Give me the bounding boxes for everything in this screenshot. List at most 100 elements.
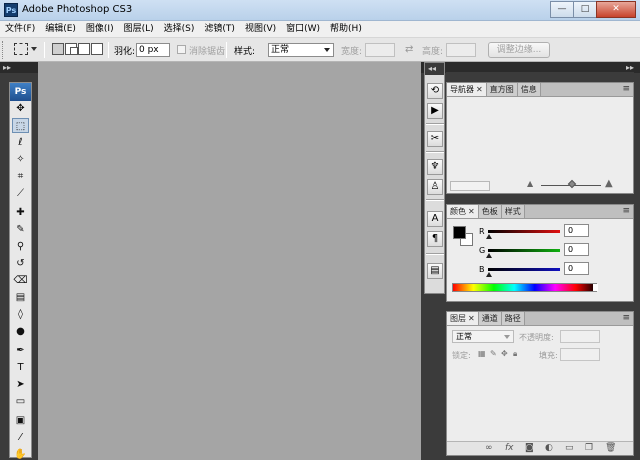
pen-tool-icon[interactable]: ✒: [12, 343, 29, 358]
channel-r-input[interactable]: 0: [564, 224, 589, 237]
history-brush-tool-icon[interactable]: ↺: [12, 256, 29, 271]
channel-g-input[interactable]: 0: [564, 243, 589, 256]
zoom-in-icon[interactable]: ▲: [605, 178, 613, 189]
menu-select[interactable]: 选择(S): [159, 21, 200, 37]
menu-image[interactable]: 图像(I): [81, 21, 119, 37]
menu-help[interactable]: 帮助(H): [325, 21, 367, 37]
healing-brush-tool-icon[interactable]: ✚: [12, 205, 29, 220]
eyedropper-tool-icon[interactable]: ⁄: [12, 430, 29, 445]
layer-mask-icon[interactable]: ◙: [525, 443, 534, 453]
blur-tool-icon[interactable]: ◊: [12, 307, 29, 322]
tab-navigator[interactable]: 导航器 ✕: [447, 83, 487, 96]
close-icon[interactable]: ✕: [476, 83, 483, 96]
channel-b-slider[interactable]: [488, 268, 560, 271]
magic-wand-tool-icon[interactable]: ✧: [12, 152, 29, 167]
dodge-tool-icon[interactable]: ●: [12, 324, 29, 339]
refine-edge-button[interactable]: 调整边缘...: [488, 42, 550, 58]
marquee-tool-icon[interactable]: ⬚: [12, 118, 29, 133]
new-layer-icon[interactable]: ❐: [585, 443, 593, 453]
hand-tool-icon[interactable]: ✋: [12, 447, 29, 460]
tab-paths[interactable]: 路径: [501, 312, 525, 325]
antialias-checkbox[interactable]: [177, 45, 186, 54]
adjustment-layer-icon[interactable]: ◐: [545, 443, 553, 453]
trash-icon[interactable]: 🗑︎: [605, 443, 616, 453]
panel-menu-icon[interactable]: ≡: [622, 313, 630, 323]
move-tool-icon[interactable]: ✥: [12, 101, 29, 116]
actions-icon[interactable]: ▶: [427, 103, 443, 119]
layers-list[interactable]: [450, 364, 630, 434]
character-icon[interactable]: A: [427, 211, 443, 227]
lock-position-icon[interactable]: ✥: [501, 349, 508, 358]
spectrum-white-end[interactable]: [593, 284, 598, 291]
tool-presets-icon[interactable]: ✂: [427, 131, 443, 147]
channel-b-input[interactable]: 0: [564, 262, 589, 275]
paragraph-icon[interactable]: ¶: [427, 231, 443, 247]
menu-view[interactable]: 视图(V): [240, 21, 281, 37]
color-spectrum-bar[interactable]: [452, 283, 597, 292]
clone-source-icon[interactable]: ♙: [427, 179, 443, 195]
panel-menu-icon[interactable]: ≡: [622, 206, 630, 216]
channel-r-slider[interactable]: [488, 230, 560, 233]
history-icon[interactable]: ⟲: [427, 83, 443, 99]
channel-g-handle[interactable]: [486, 253, 492, 258]
menu-file[interactable]: 文件(F): [0, 21, 40, 37]
expand-icons-icon[interactable]: ◂◂: [425, 63, 444, 75]
foreground-color-swatch[interactable]: [453, 226, 466, 239]
options-grip[interactable]: [2, 41, 6, 59]
tab-layers[interactable]: 图层 ✕: [447, 312, 479, 325]
width-input[interactable]: [365, 43, 395, 57]
new-selection-icon[interactable]: [52, 43, 64, 55]
slice-tool-icon[interactable]: ⟋: [12, 186, 29, 201]
layer-comps-icon[interactable]: ▤: [427, 263, 443, 279]
lock-image-icon[interactable]: ✎: [490, 349, 497, 358]
link-layers-icon[interactable]: ∞: [485, 443, 493, 453]
panel-grip[interactable]: [446, 72, 634, 82]
clone-stamp-tool-icon[interactable]: ⚲: [12, 239, 29, 254]
tab-swatches[interactable]: 色板: [478, 205, 502, 218]
close-icon[interactable]: ✕: [468, 312, 475, 325]
lock-transparent-icon[interactable]: ▦: [478, 349, 486, 358]
channel-g-slider[interactable]: [488, 249, 560, 252]
new-group-icon[interactable]: ▭: [565, 443, 574, 453]
feather-input[interactable]: 0 px: [136, 43, 170, 57]
tab-info[interactable]: 信息: [517, 83, 541, 96]
menu-filter[interactable]: 滤镜(T): [199, 21, 240, 37]
add-to-selection-icon[interactable]: [65, 43, 78, 55]
collapse-toolbox-icon[interactable]: ▸▸: [0, 62, 38, 73]
shape-tool-icon[interactable]: ▭: [12, 394, 29, 409]
menu-layer[interactable]: 图层(L): [119, 21, 159, 37]
fill-input[interactable]: [560, 348, 600, 361]
zoom-out-icon[interactable]: ▲: [527, 179, 533, 188]
tab-histogram[interactable]: 直方图: [486, 83, 518, 96]
tab-color[interactable]: 颜色 ✕: [447, 205, 479, 218]
brush-tool-icon[interactable]: ✎: [12, 222, 29, 237]
eraser-tool-icon[interactable]: ⌫: [12, 273, 29, 288]
lasso-tool-icon[interactable]: ℓ: [12, 135, 29, 150]
rectangular-marquee-preset-icon[interactable]: [14, 43, 28, 55]
tab-styles[interactable]: 样式: [501, 205, 525, 218]
crop-tool-icon[interactable]: ⌗: [12, 169, 29, 184]
channel-b-handle[interactable]: [486, 272, 492, 277]
gradient-tool-icon[interactable]: ▤: [12, 290, 29, 305]
close-button[interactable]: ✕: [596, 1, 636, 18]
menu-window[interactable]: 窗口(W): [281, 21, 325, 37]
opacity-input[interactable]: [560, 330, 600, 343]
channel-r-handle[interactable]: [486, 234, 492, 239]
minimize-button[interactable]: —: [550, 1, 574, 18]
notes-tool-icon[interactable]: ▣: [12, 413, 29, 428]
zoom-level-input[interactable]: [450, 181, 490, 191]
panel-menu-icon[interactable]: ≡: [622, 84, 630, 94]
brushes-icon[interactable]: ♆: [427, 159, 443, 175]
close-icon[interactable]: ✕: [468, 205, 475, 218]
tab-channels[interactable]: 通道: [478, 312, 502, 325]
subtract-from-selection-icon[interactable]: [78, 43, 90, 55]
maximize-button[interactable]: □: [573, 1, 597, 18]
preset-dropdown-arrow-icon[interactable]: [31, 47, 37, 51]
intersect-selection-icon[interactable]: [91, 43, 103, 55]
toolbox-logo-icon[interactable]: Ps: [10, 83, 31, 101]
type-tool-icon[interactable]: T: [12, 360, 29, 375]
style-select[interactable]: 正常: [268, 43, 334, 57]
blend-mode-select[interactable]: 正常: [452, 330, 514, 343]
lock-all-icon[interactable]: 🔒︎: [513, 349, 517, 359]
swap-icon[interactable]: ⇄: [405, 44, 413, 55]
